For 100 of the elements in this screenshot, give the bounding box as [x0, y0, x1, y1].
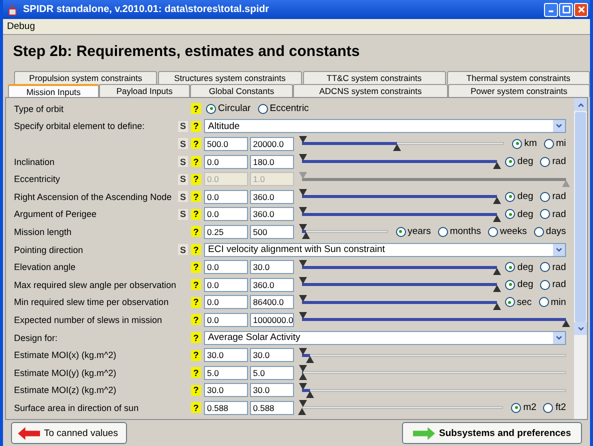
max-field[interactable]: 30.0: [250, 260, 294, 274]
s-button[interactable]: S: [178, 191, 188, 202]
min-field[interactable]: 0.588: [204, 400, 248, 415]
slider-thumb[interactable]: [493, 162, 502, 170]
radio-button[interactable]: [540, 262, 550, 272]
slider-thumb[interactable]: [299, 294, 307, 302]
max-field[interactable]: 5.0: [250, 366, 294, 380]
min-field[interactable]: 0.0: [204, 295, 248, 310]
radio-button[interactable]: [505, 262, 516, 272]
range-slider[interactable]: [302, 382, 566, 398]
s-button[interactable]: S: [178, 208, 188, 220]
min-field[interactable]: 0.0: [204, 190, 248, 204]
radio-button[interactable]: [543, 402, 554, 413]
slider-thumb[interactable]: [493, 214, 502, 222]
slider-thumb[interactable]: [299, 373, 308, 380]
help-button[interactable]: ?: [191, 350, 201, 361]
help-button[interactable]: ?: [191, 244, 201, 256]
max-field[interactable]: 30.0: [250, 383, 294, 398]
slider-thumb[interactable]: [493, 197, 502, 204]
minimize-button[interactable]: [544, 2, 558, 16]
slider-thumb[interactable]: [562, 320, 570, 328]
radio-button[interactable]: [544, 138, 554, 149]
radio-button[interactable]: [206, 104, 216, 114]
radio-button[interactable]: [538, 297, 549, 308]
maximize-button[interactable]: [559, 2, 573, 16]
menu-item[interactable]: Debug: [7, 21, 35, 32]
slider-thumb[interactable]: [492, 302, 501, 310]
help-button[interactable]: ?: [191, 103, 201, 114]
slider-thumb[interactable]: [299, 400, 307, 408]
range-slider[interactable]: [302, 224, 388, 240]
radio-button[interactable]: [511, 402, 522, 413]
min-field[interactable]: 5.0: [204, 366, 248, 380]
slider-thumb[interactable]: [299, 260, 307, 267]
tab[interactable]: ADCNS system constraints: [293, 84, 448, 97]
range-slider[interactable]: [302, 348, 566, 363]
radio-button[interactable]: [396, 226, 406, 237]
help-button[interactable]: ?: [191, 138, 201, 150]
radio-button[interactable]: [540, 209, 550, 220]
tab[interactable]: Power system constraints: [448, 84, 590, 97]
s-button[interactable]: S: [178, 120, 188, 132]
dropdown[interactable]: Average Solar Activity: [204, 330, 566, 345]
max-field[interactable]: 180.0: [250, 154, 294, 169]
help-button[interactable]: ?: [191, 384, 201, 396]
close-icon[interactable]: [576, 5, 586, 14]
maximize-icon[interactable]: [562, 5, 570, 14]
scroll-up-icon[interactable]: [574, 98, 587, 111]
min-field[interactable]: 0.0: [204, 312, 248, 327]
slider-thumb[interactable]: [299, 348, 307, 355]
max-field[interactable]: 360.0: [250, 278, 294, 292]
max-field[interactable]: 500: [250, 224, 294, 239]
slider-thumb[interactable]: [493, 285, 502, 292]
slider-thumb[interactable]: [299, 382, 307, 390]
help-button[interactable]: ?: [191, 367, 201, 378]
radio-button[interactable]: [512, 138, 522, 149]
s-button[interactable]: S: [178, 138, 188, 150]
tab[interactable]: Global Constants: [190, 84, 293, 97]
min-field[interactable]: 0.0: [204, 154, 248, 169]
slider-thumb[interactable]: [299, 224, 307, 232]
tab[interactable]: TT&C system constraints: [302, 71, 446, 84]
radio-button[interactable]: [540, 192, 550, 202]
min-field[interactable]: 0.0: [204, 260, 248, 274]
radio-button[interactable]: [505, 192, 516, 202]
s-button[interactable]: S: [178, 244, 188, 256]
help-button[interactable]: ?: [191, 402, 201, 414]
min-field[interactable]: 0.0: [204, 278, 248, 292]
tab[interactable]: Thermal system constraints: [446, 71, 590, 84]
max-field[interactable]: 86400.0: [250, 295, 294, 310]
dropdown[interactable]: ECI velocity alignment with Sun constraint: [204, 242, 566, 257]
slider-thumb[interactable]: [299, 365, 307, 372]
tab[interactable]: Structures system constraints: [158, 71, 302, 84]
tab[interactable]: Propulsion system constraints: [14, 71, 158, 84]
slider-thumb[interactable]: [299, 154, 307, 162]
tab[interactable]: Payload Inputs: [99, 84, 190, 97]
range-slider[interactable]: [302, 136, 504, 152]
help-button[interactable]: ?: [191, 208, 201, 220]
help-button[interactable]: ?: [191, 191, 201, 202]
slider-thumb[interactable]: [299, 136, 307, 144]
radio-button[interactable]: [438, 226, 448, 237]
help-button[interactable]: ?: [191, 296, 201, 308]
range-slider[interactable]: [302, 365, 566, 380]
slider-thumb[interactable]: [298, 408, 306, 416]
help-button[interactable]: ?: [191, 226, 201, 238]
radio-button[interactable]: [505, 156, 516, 167]
min-field[interactable]: 30.0: [204, 348, 248, 362]
radio-button[interactable]: [540, 280, 550, 290]
slider-thumb[interactable]: [299, 312, 307, 320]
tab[interactable]: Mission Inputs: [8, 84, 99, 97]
radio-button[interactable]: [505, 209, 516, 220]
s-button[interactable]: S: [178, 156, 188, 168]
min-field[interactable]: 30.0: [204, 383, 248, 398]
slider-thumb[interactable]: [299, 277, 307, 284]
scrollbar[interactable]: [574, 98, 587, 419]
scroll-thumb[interactable]: [575, 112, 586, 322]
help-button[interactable]: ?: [191, 120, 201, 132]
max-field[interactable]: 360.0: [250, 207, 294, 222]
radio-button[interactable]: [488, 226, 498, 237]
scroll-down-icon[interactable]: [574, 322, 587, 335]
min-field[interactable]: 500.0: [204, 136, 248, 151]
dropdown[interactable]: Altitude: [204, 119, 566, 134]
min-field[interactable]: 0.25: [204, 224, 248, 239]
